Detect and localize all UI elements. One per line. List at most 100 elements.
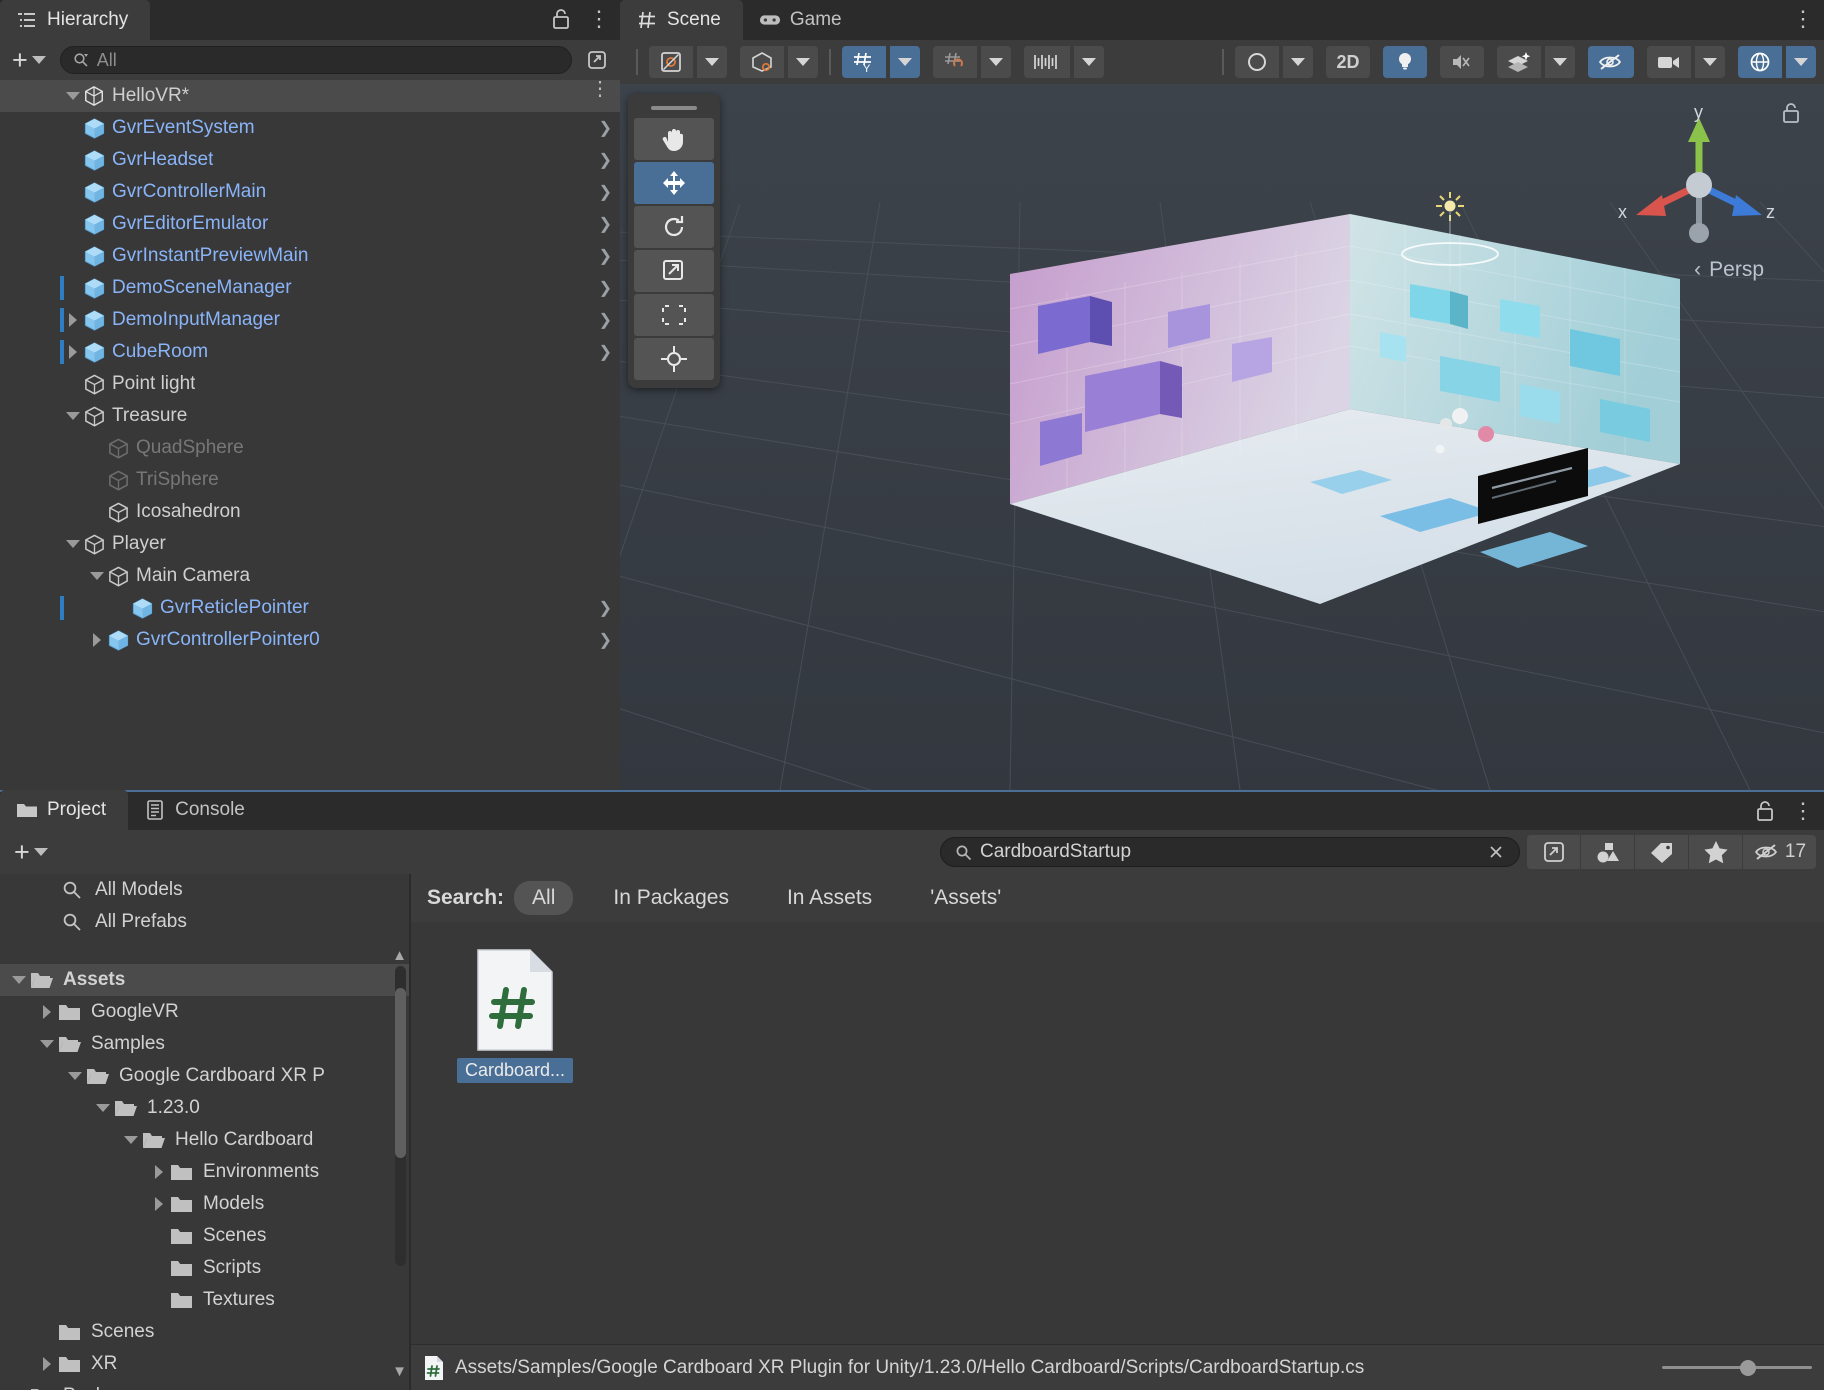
scene-projection-mode[interactable]: ‹ Persp [1694,258,1764,282]
scene-lighting-preview-dropdown[interactable] [1283,46,1313,78]
scene-audio-toggle[interactable] [1440,46,1484,78]
thumbnail-zoom-slider[interactable] [1662,1353,1812,1383]
prefab-open-arrow-icon[interactable]: ❯ [599,208,612,240]
gizmos-toggle-button[interactable] [1738,46,1782,78]
project-folder-packages[interactable]: Packages [0,1380,409,1390]
tree-twisty[interactable] [88,496,106,528]
hidden-packages-button[interactable]: 17 [1742,835,1816,869]
asset-item[interactable]: Cardboard... [455,948,575,1083]
project-folder-xr[interactable]: XR [0,1348,409,1380]
folder-twisty[interactable] [36,1005,58,1019]
project-folder-environments[interactable]: Environments [0,1156,409,1188]
folder-twisty[interactable] [148,1165,170,1179]
folder-twisty[interactable] [36,1040,58,1048]
hierarchy-item-demoinputmanager[interactable]: DemoInputManager❯ [0,304,620,336]
project-tree-scrollbar[interactable] [395,966,406,1266]
tree-twisty[interactable] [64,304,82,336]
hierarchy-item-player[interactable]: Player [0,528,620,560]
slider-knob[interactable] [1740,1360,1756,1376]
project-results-grid[interactable]: Cardboard... [411,922,1824,1344]
hierarchy-scene-root[interactable]: HelloVR* ⋮ [0,80,620,112]
hierarchy-item-gvrinstantpreviewmain[interactable]: GvrInstantPreviewMain❯ [0,240,620,272]
favorites-button[interactable] [1688,835,1742,869]
project-folder-tree[interactable]: All ModelsAll Prefabs AssetsGoogleVRSamp… [0,874,410,1390]
hierarchy-expand-button[interactable] [580,45,614,75]
project-favorite-all-models[interactable]: All Models [0,874,409,906]
project-folder-hello-cardboard[interactable]: Hello Cardboard [0,1124,409,1156]
create-gameobject-button[interactable]: + [6,45,52,75]
project-search-expand-button[interactable] [1526,835,1580,869]
project-folder-models[interactable]: Models [0,1188,409,1220]
project-search-input[interactable] [980,841,1479,863]
hierarchy-item-gvrcontrollermain[interactable]: GvrControllerMain❯ [0,176,620,208]
folder-twisty[interactable] [148,1197,170,1211]
clear-x-icon[interactable] [1487,843,1505,861]
scene-fx-button[interactable] [1497,46,1541,78]
scene-kebab-menu-icon[interactable]: ⋮ [590,84,610,95]
hierarchy-item-demoscenemanager[interactable]: DemoSceneManager❯ [0,272,620,304]
hierarchy-item-trisphere[interactable]: TriSphere [0,464,620,496]
scene-tool-palette[interactable] [628,94,720,388]
prefab-open-arrow-icon[interactable]: ❯ [599,336,612,368]
grid-axis-button[interactable]: Y [842,46,886,78]
project-folder-samples[interactable]: Samples [0,1028,409,1060]
tree-twisty[interactable] [64,144,82,176]
hierarchy-item-gvrcontrollerpointer0[interactable]: GvrControllerPointer0❯ [0,624,620,656]
tree-twisty[interactable] [64,112,82,144]
kebab-menu-icon[interactable]: ⋮ [1790,797,1816,825]
lock-open-icon[interactable] [1752,797,1778,825]
scene-viewport[interactable]: x y z ‹ Persp [620,84,1824,790]
tree-twisty[interactable] [88,464,106,496]
transform-tool[interactable] [634,338,714,380]
scene-lighting-preview-button[interactable] [1235,46,1279,78]
scene-kebab-menu-icon[interactable]: ⋮ [1790,5,1816,33]
prefab-open-arrow-icon[interactable]: ❯ [599,624,612,656]
shading-mode-button[interactable] [740,46,784,78]
tree-twisty[interactable] [64,208,82,240]
filter-by-type-button[interactable] [1580,835,1634,869]
scene-twisty[interactable] [64,80,82,112]
project-folder-google-cardboard-xr-p[interactable]: Google Cardboard XR P [0,1060,409,1092]
tab-scene[interactable]: Scene [620,0,743,40]
scene-lighting-toggle[interactable] [1383,46,1427,78]
hierarchy-item-cuberoom[interactable]: CubeRoom❯ [0,336,620,368]
kebab-menu-icon[interactable]: ⋮ [586,5,612,33]
project-folder-scenes[interactable]: Scenes [0,1220,409,1252]
prefab-open-arrow-icon[interactable]: ❯ [599,592,612,624]
hierarchy-item-gvrreticlepointer[interactable]: GvrReticlePointer❯ [0,592,620,624]
hierarchy-item-gvreditoremulator[interactable]: GvrEditorEmulator❯ [0,208,620,240]
folder-twisty[interactable] [64,1072,86,1080]
prefab-open-arrow-icon[interactable]: ❯ [599,304,612,336]
grid-snapping-dropdown[interactable] [981,46,1011,78]
folder-twisty[interactable] [92,1104,114,1112]
tool-handles-dropdown[interactable] [1074,46,1104,78]
scroll-down-arrow-icon[interactable]: ▼ [392,1363,407,1380]
tree-twisty[interactable] [88,432,106,464]
camera-settings-button[interactable] [1647,46,1691,78]
project-folder-1-23-0[interactable]: 1.23.0 [0,1092,409,1124]
prefab-open-arrow-icon[interactable]: ❯ [599,272,612,304]
folder-twisty[interactable] [120,1136,142,1144]
folder-twisty[interactable] [8,976,30,984]
rect-tool[interactable] [634,294,714,336]
grid-axis-dropdown[interactable] [890,46,920,78]
tree-twisty[interactable] [64,528,82,560]
tree-twisty[interactable] [88,624,106,656]
hierarchy-item-quadsphere[interactable]: QuadSphere [0,432,620,464]
hand-tool[interactable] [634,118,714,160]
camera-settings-dropdown[interactable] [1695,46,1725,78]
hierarchy-item-gvrheadset[interactable]: GvrHeadset❯ [0,144,620,176]
tree-twisty[interactable] [64,368,82,400]
move-tool[interactable] [634,162,714,204]
scene-fx-dropdown[interactable] [1545,46,1575,78]
prefab-open-arrow-icon[interactable]: ❯ [599,144,612,176]
draw-mode-button[interactable] [649,46,693,78]
hierarchy-item-treasure[interactable]: Treasure [0,400,620,432]
hierarchy-tree[interactable]: HelloVR* ⋮ GvrEventSystem❯GvrHeadset❯Gvr… [0,80,620,790]
gizmos-toggle-dropdown[interactable] [1786,46,1816,78]
shading-mode-dropdown[interactable] [788,46,818,78]
draw-mode-dropdown[interactable] [697,46,727,78]
create-asset-button[interactable]: + [8,837,54,867]
hierarchy-item-icosahedron[interactable]: Icosahedron [0,496,620,528]
project-folder-assets[interactable]: Assets [0,964,409,996]
